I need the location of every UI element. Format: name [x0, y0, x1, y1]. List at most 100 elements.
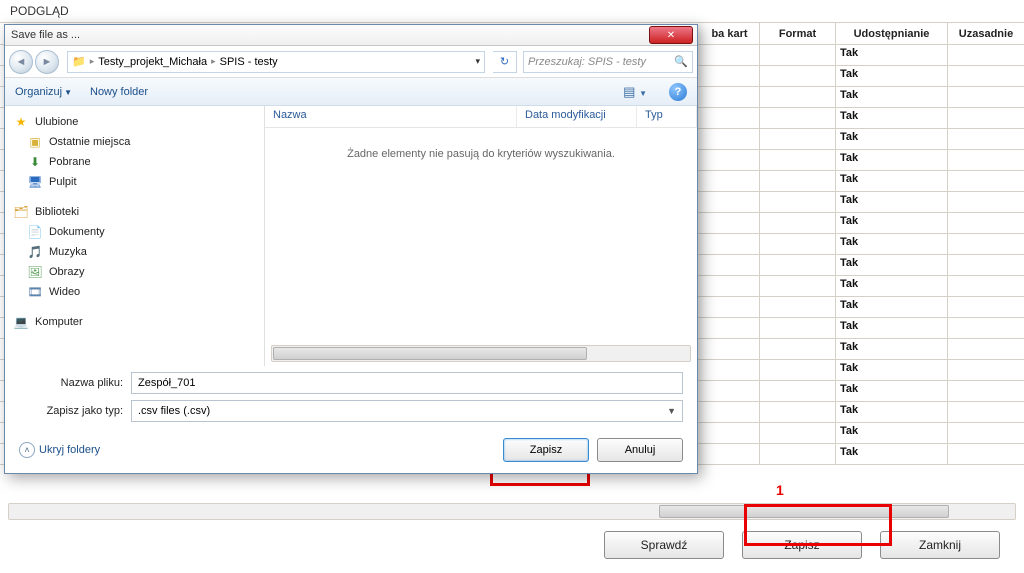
cell-udostepnianie: Tak: [836, 192, 948, 212]
col-header-bakart[interactable]: ba kart: [700, 23, 760, 44]
filetype-label: Zapisz jako typ:: [35, 405, 131, 417]
cell-bakart: [700, 444, 760, 464]
cell-udostepnianie: Tak: [836, 150, 948, 170]
cell-format: [760, 276, 836, 296]
col-header-udostepnianie[interactable]: Udostępnianie: [836, 23, 948, 44]
close-button[interactable]: Zamknij: [880, 531, 1000, 559]
tree-desktop[interactable]: 🖥Pulpit: [5, 172, 264, 192]
tree-downloads[interactable]: ⬇Pobrane: [5, 152, 264, 172]
cell-bakart: [700, 192, 760, 212]
cell-format: [760, 45, 836, 65]
breadcrumb-item[interactable]: SPIS - testy: [220, 56, 278, 68]
cell-format: [760, 66, 836, 86]
save-file-dialog: Save file as ... ✕ ◄ ► 📁 ▸ Testy_projekt…: [4, 24, 698, 474]
cell-udostepnianie: Tak: [836, 381, 948, 401]
cell-udostepnianie: Tak: [836, 45, 948, 65]
cell-udostepnianie: Tak: [836, 255, 948, 275]
desktop-icon: 🖥: [27, 174, 43, 190]
cell-format: [760, 129, 836, 149]
cell-format: [760, 339, 836, 359]
cell-udostepnianie: Tak: [836, 276, 948, 296]
cell-format: [760, 423, 836, 443]
cell-udostepnianie: Tak: [836, 402, 948, 422]
cell-bakart: [700, 150, 760, 170]
library-icon: 🗂: [13, 204, 29, 220]
col-header-format[interactable]: Format: [760, 23, 836, 44]
cell-uzasadnienie: [948, 318, 1024, 338]
cell-format: [760, 192, 836, 212]
search-input[interactable]: Przeszukaj: SPIS - testy 🔍: [523, 51, 693, 73]
col-header-date[interactable]: Data modyfikacji: [517, 106, 637, 127]
cell-bakart: [700, 171, 760, 191]
computer-icon: 💻: [13, 314, 29, 330]
dialog-footer: ˄ Ukryj foldery Zapisz Anuluj: [5, 428, 697, 472]
col-header-name[interactable]: Nazwa: [265, 106, 517, 127]
save-button[interactable]: Zapisz: [742, 531, 862, 559]
grid-horizontal-scrollbar[interactable]: [8, 503, 1016, 520]
chevron-right-icon: ▸: [90, 56, 95, 67]
tree-favorites[interactable]: ★Ulubione: [5, 112, 264, 132]
chevron-down-icon[interactable]: ▾: [475, 56, 480, 67]
cell-bakart: [700, 66, 760, 86]
dialog-save-button[interactable]: Zapisz: [503, 438, 589, 462]
recent-icon: ▣: [27, 134, 43, 150]
tree-music[interactable]: 🎵Muzyka: [5, 242, 264, 262]
cell-format: [760, 213, 836, 233]
breadcrumb-item[interactable]: Testy_projekt_Michała: [98, 56, 207, 68]
file-list-scrollbar[interactable]: [271, 345, 691, 362]
tree-recent-places[interactable]: ▣Ostatnie miejsca: [5, 132, 264, 152]
col-header-uzasadnienie[interactable]: Uzasadnie: [948, 23, 1024, 44]
breadcrumb[interactable]: 📁 ▸ Testy_projekt_Michała ▸ SPIS - testy…: [67, 51, 485, 73]
cell-uzasadnienie: [948, 45, 1024, 65]
cell-bakart: [700, 45, 760, 65]
cell-uzasadnienie: [948, 423, 1024, 443]
filetype-dropdown[interactable]: .csv files (.csv) ▼: [131, 400, 683, 422]
back-icon[interactable]: ◄: [9, 50, 33, 74]
tree-computer[interactable]: 💻Komputer: [5, 312, 264, 332]
file-list-area: Nazwa Data modyfikacji Typ Żadne element…: [265, 106, 697, 366]
filename-label: Nazwa pliku:: [35, 377, 131, 389]
document-icon: 📄: [27, 224, 43, 240]
tree-videos[interactable]: 🎞Wideo: [5, 282, 264, 302]
chevron-right-icon: ▸: [211, 56, 216, 67]
refresh-icon[interactable]: ↻: [493, 51, 517, 73]
scrollbar-thumb[interactable]: [659, 505, 949, 518]
view-options-icon[interactable]: ▤ ▼: [619, 84, 651, 100]
cell-uzasadnienie: [948, 234, 1024, 254]
dialog-cancel-button[interactable]: Anuluj: [597, 438, 683, 462]
forward-icon[interactable]: ►: [35, 50, 59, 74]
cell-format: [760, 255, 836, 275]
chevron-down-icon: ▼: [667, 406, 676, 416]
music-icon: 🎵: [27, 244, 43, 260]
help-icon[interactable]: ?: [669, 83, 687, 101]
empty-list-message: Żadne elementy nie pasują do kryteriów w…: [265, 128, 697, 345]
cell-udostepnianie: Tak: [836, 66, 948, 86]
cell-bakart: [700, 234, 760, 254]
filename-input[interactable]: [138, 377, 676, 389]
close-icon[interactable]: ✕: [649, 26, 693, 44]
dialog-titlebar: Save file as ... ✕: [5, 25, 697, 46]
check-button[interactable]: Sprawdź: [604, 531, 724, 559]
tree-pictures[interactable]: 🖼Obrazy: [5, 262, 264, 282]
cell-uzasadnienie: [948, 213, 1024, 233]
tree-documents[interactable]: 📄Dokumenty: [5, 222, 264, 242]
organize-menu[interactable]: Organizuj▼: [15, 86, 72, 98]
chevron-up-icon: ˄: [19, 442, 35, 458]
cell-bakart: [700, 339, 760, 359]
cell-format: [760, 150, 836, 170]
cell-uzasadnienie: [948, 339, 1024, 359]
cell-udostepnianie: Tak: [836, 129, 948, 149]
cell-format: [760, 381, 836, 401]
cell-format: [760, 108, 836, 128]
new-folder-button[interactable]: Nowy folder: [90, 86, 148, 98]
tree-libraries[interactable]: 🗂Biblioteki: [5, 202, 264, 222]
cell-udostepnianie: Tak: [836, 318, 948, 338]
cell-bakart: [700, 360, 760, 380]
hide-folders-toggle[interactable]: ˄ Ukryj foldery: [19, 442, 100, 458]
cell-uzasadnienie: [948, 381, 1024, 401]
cell-uzasadnienie: [948, 360, 1024, 380]
cell-format: [760, 171, 836, 191]
cell-uzasadnienie: [948, 171, 1024, 191]
scrollbar-thumb[interactable]: [273, 347, 587, 360]
col-header-type[interactable]: Typ: [637, 106, 697, 127]
